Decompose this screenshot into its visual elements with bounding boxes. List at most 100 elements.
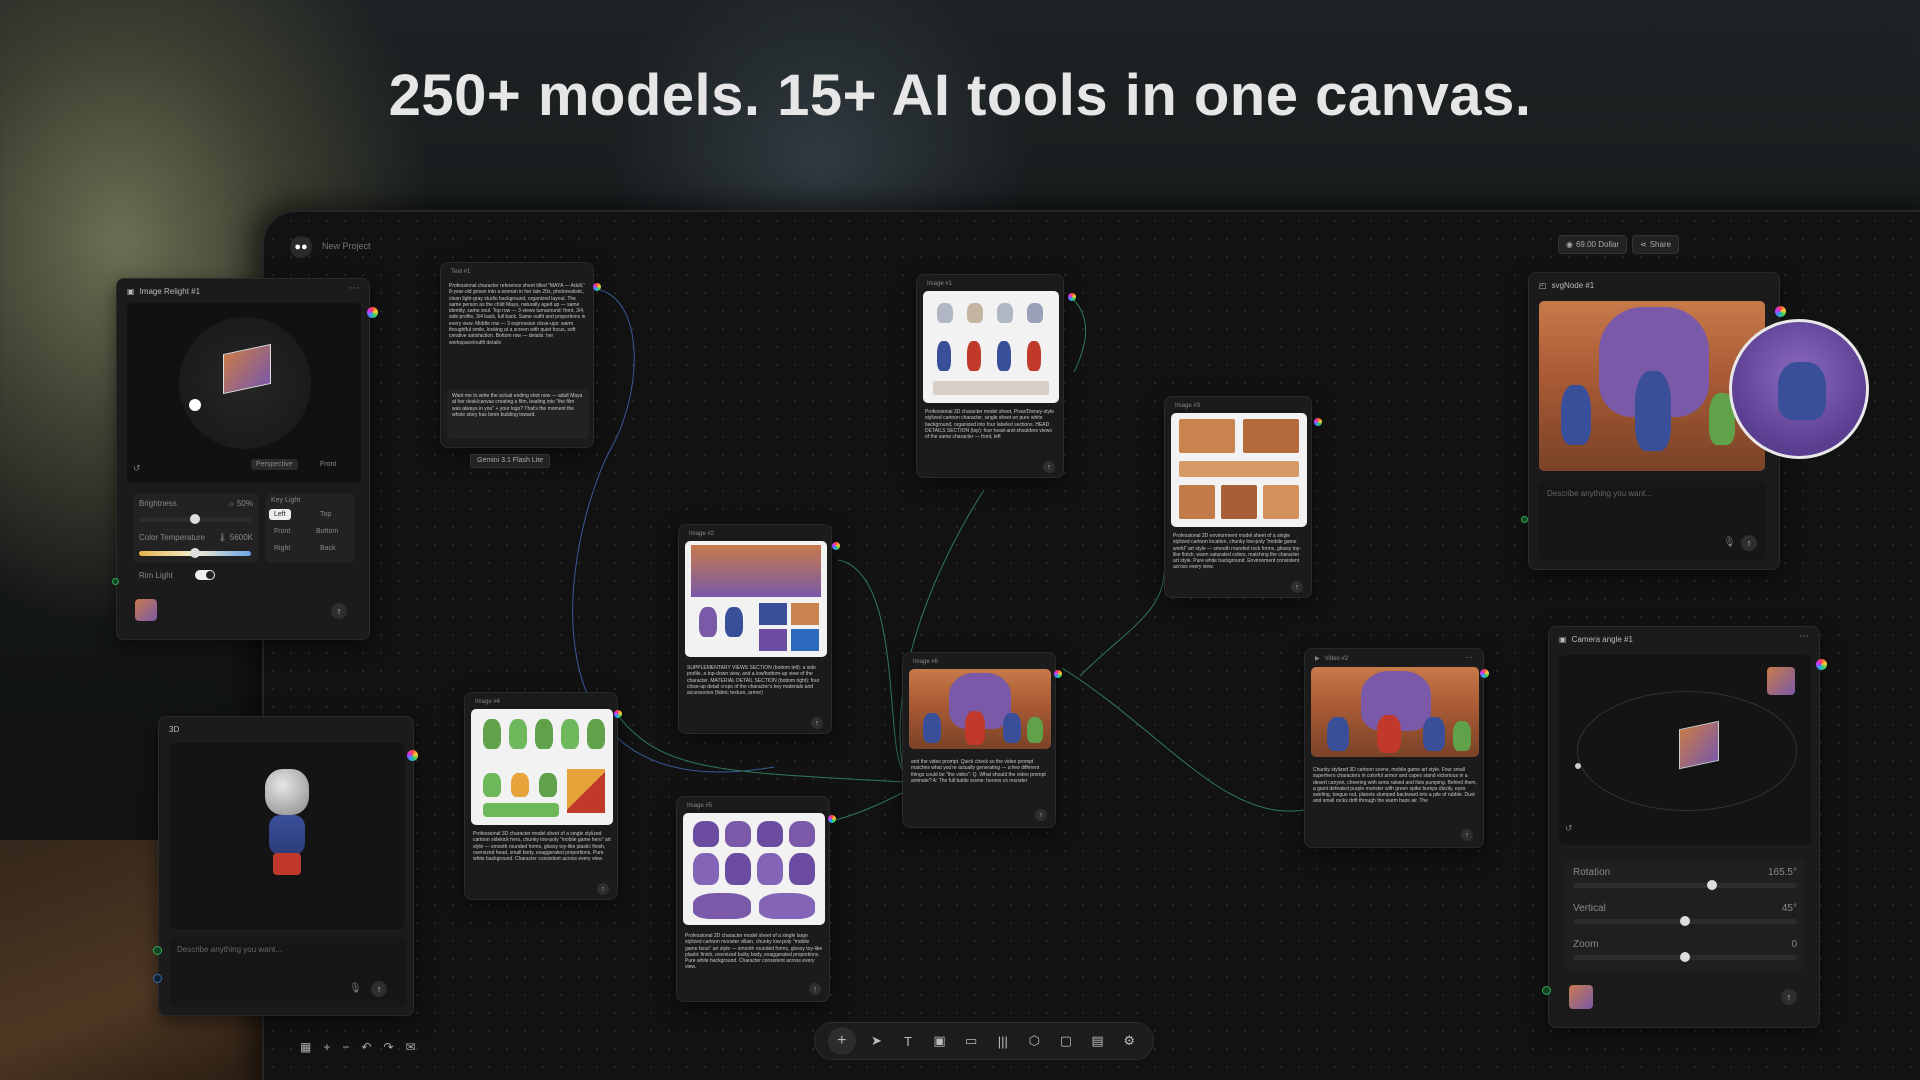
app-logo[interactable]: ●●: [290, 236, 312, 258]
rotation-slider[interactable]: [1573, 880, 1797, 890]
output-port[interactable]: [1816, 659, 1827, 670]
zoom-in-icon[interactable]: +: [323, 1040, 330, 1054]
reset-icon[interactable]: ↺: [133, 463, 141, 474]
keylight-bottom[interactable]: Bottom: [311, 526, 343, 537]
output-port[interactable]: [1068, 293, 1076, 301]
share-button[interactable]: ⋖ Share: [1632, 235, 1680, 254]
vertical-knob[interactable]: [1680, 916, 1690, 926]
layout-icon[interactable]: ▤: [1087, 1033, 1109, 1049]
sidekick-sheet-image[interactable]: [471, 709, 613, 825]
input-port[interactable]: [1521, 516, 1528, 523]
image-node[interactable]: Image #6 and the video prompt. Quick che…: [902, 652, 1056, 828]
vertical-slider[interactable]: [1573, 916, 1797, 926]
image-node[interactable]: Image #3 Professional 3D environment mod…: [1164, 396, 1312, 598]
submit-button[interactable]: ↑: [1035, 809, 1047, 821]
cube-icon[interactable]: ⬡: [1023, 1033, 1045, 1049]
output-port[interactable]: [1480, 669, 1489, 678]
text-node-body[interactable]: Professional character reference sheet t…: [449, 283, 587, 379]
image-node[interactable]: Image #2 SUPPLEMENTARY VIEWS SECTION (bo…: [678, 524, 832, 734]
add-icon[interactable]: +: [827, 1027, 856, 1055]
comment-icon[interactable]: ▢: [1055, 1033, 1077, 1049]
keylight-front[interactable]: Front: [269, 526, 295, 537]
submit-button[interactable]: ↑: [811, 717, 823, 729]
cost-badge[interactable]: ◉ 69.00 Dollar: [1558, 235, 1628, 254]
submit-button[interactable]: ↑: [1781, 989, 1797, 1005]
keylight-left[interactable]: Left: [269, 509, 291, 520]
undo-icon[interactable]: ↶: [361, 1040, 371, 1054]
video-preview[interactable]: [1311, 667, 1479, 757]
text-icon[interactable]: T: [897, 1034, 919, 1049]
mail-icon[interactable]: ✉: [406, 1040, 416, 1054]
microphone-icon[interactable]: 🎙: [1723, 537, 1736, 548]
submit-button[interactable]: ↑: [331, 603, 347, 619]
submit-button[interactable]: ↑: [809, 983, 821, 995]
image-prompt[interactable]: Professional 3D environment model sheet …: [1173, 533, 1305, 583]
image-prompt[interactable]: SUPPLEMENTARY VIEWS SECTION (bottom left…: [687, 665, 825, 715]
input-port[interactable]: [153, 974, 162, 983]
input-image-thumbnail[interactable]: [135, 599, 157, 621]
temperature-slider[interactable]: [139, 548, 251, 558]
video-prompt[interactable]: Chunky stylized 3D cartoon scene, mobile…: [1313, 767, 1477, 825]
image-icon[interactable]: ▣: [929, 1033, 951, 1049]
output-port[interactable]: [832, 542, 840, 550]
model-selector[interactable]: Gemini 3.1 Flash Lite: [470, 454, 551, 468]
project-name[interactable]: New Project: [322, 241, 371, 251]
output-port[interactable]: [614, 710, 622, 718]
rim-light-toggle[interactable]: [195, 570, 215, 580]
keylight-right[interactable]: Right: [269, 543, 295, 554]
video-icon[interactable]: ▭: [960, 1033, 982, 1049]
image-prompt[interactable]: Professional 3D character model sheet of…: [473, 831, 611, 881]
output-port[interactable]: [1775, 306, 1786, 317]
output-port[interactable]: [593, 283, 601, 291]
image-prompt[interactable]: Professional 3D character model sheet of…: [685, 933, 823, 983]
reply-box[interactable]: Want me to write the actual ending shot …: [447, 389, 589, 439]
input-port[interactable]: [153, 946, 162, 955]
environment-sheet-image[interactable]: [1171, 413, 1307, 527]
video-node[interactable]: ▶ Video #2 ⋯ Chunky stylized 3D cartoon s…: [1304, 648, 1484, 848]
output-port[interactable]: [367, 307, 378, 318]
text-node[interactable]: Text #1 Professional character reference…: [440, 262, 594, 448]
input-image-thumbnail[interactable]: [1569, 985, 1593, 1009]
output-port[interactable]: [1054, 670, 1062, 678]
more-icon[interactable]: ⋯: [1465, 653, 1473, 662]
3d-viewport[interactable]: [169, 743, 405, 929]
svg-node[interactable]: ◰ svgNode #1 Describe anything you want..…: [1528, 272, 1869, 570]
monster-sheet-image[interactable]: [683, 813, 825, 925]
zoom-slider[interactable]: [1573, 952, 1797, 962]
submit-button[interactable]: ↑: [1043, 461, 1055, 473]
prompt-input[interactable]: Describe anything you want... 🎙 ↑: [169, 937, 405, 1007]
relight-viewport[interactable]: ↺ Perspective Front: [127, 303, 361, 483]
rotation-knob[interactable]: [1706, 880, 1717, 890]
submit-button[interactable]: ↑: [1291, 581, 1303, 593]
camera-viewport[interactable]: ↺: [1559, 655, 1811, 845]
submit-button[interactable]: ↑: [371, 981, 387, 997]
output-port[interactable]: [1314, 418, 1322, 426]
output-port[interactable]: [828, 815, 836, 823]
submit-button[interactable]: ↑: [1461, 829, 1473, 841]
character-sheet-image[interactable]: [685, 541, 827, 657]
view-front[interactable]: Front: [315, 459, 341, 470]
image-node[interactable]: Image #5 Professional 3D character model…: [676, 796, 830, 1002]
settings-icon[interactable]: ⚙: [1118, 1033, 1140, 1049]
input-port[interactable]: [112, 578, 119, 585]
more-icon[interactable]: ⋯: [349, 283, 359, 294]
keylight-top[interactable]: Top: [315, 509, 336, 520]
light-handle[interactable]: [189, 399, 201, 411]
submit-button[interactable]: ↑: [1741, 535, 1757, 551]
zoom-knob[interactable]: [1680, 952, 1690, 962]
slider-knob[interactable]: [190, 514, 200, 524]
pointer-icon[interactable]: ➤: [865, 1033, 887, 1049]
image-relight-node[interactable]: ▣ Image Relight #1 ⋯ ↺ Perspective Front …: [116, 278, 370, 640]
redo-icon[interactable]: ↷: [383, 1040, 393, 1054]
zoom-out-icon[interactable]: −: [342, 1040, 349, 1054]
camera-angle-node[interactable]: ▣ Camera angle #1 ⋯ ↺ Rotation 165.5° Ver…: [1548, 626, 1820, 1028]
character-sheet-image[interactable]: [923, 291, 1059, 403]
reset-icon[interactable]: ↺: [1565, 823, 1573, 834]
map-icon[interactable]: ▦: [300, 1040, 311, 1054]
view-perspective[interactable]: Perspective: [251, 459, 298, 470]
input-port[interactable]: [1542, 986, 1551, 995]
camera-handle[interactable]: [1575, 763, 1581, 769]
battle-scene-image[interactable]: [909, 669, 1051, 749]
image-node[interactable]: Image #1 Professional 3D character model…: [916, 274, 1064, 478]
more-icon[interactable]: ⋯: [1799, 631, 1809, 642]
